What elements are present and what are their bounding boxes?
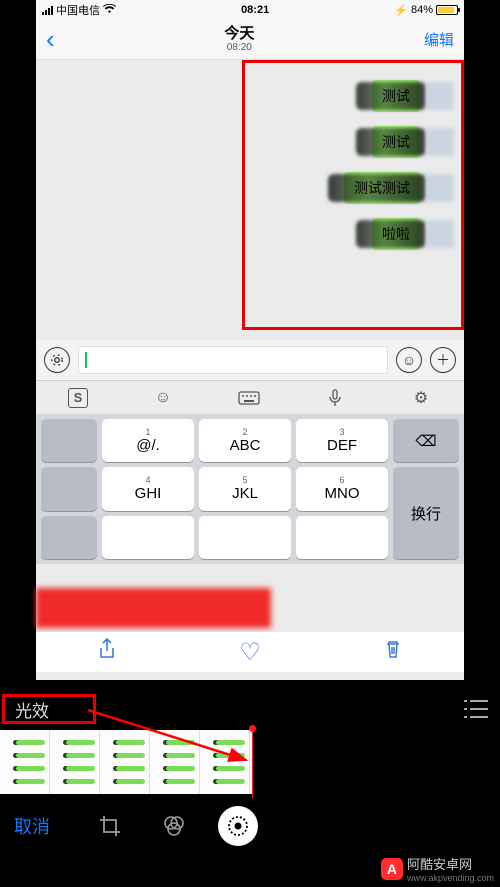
avatar[interactable]	[426, 82, 454, 110]
key-side[interactable]	[41, 467, 97, 510]
avatar[interactable]	[426, 128, 454, 156]
message-bubble[interactable]: 测试	[372, 126, 420, 158]
trash-icon[interactable]	[384, 638, 402, 666]
timeline-frame[interactable]	[0, 730, 50, 794]
avatar[interactable]	[426, 174, 454, 202]
watermark-text: 阿酷安卓网	[407, 854, 494, 873]
fx-label-box[interactable]: 光效	[2, 694, 96, 724]
emoji-toolbar-icon[interactable]: ☺	[152, 387, 174, 409]
key-7[interactable]	[102, 516, 194, 559]
key-return[interactable]: 换行	[393, 467, 459, 559]
voice-input-icon[interactable]	[44, 347, 70, 373]
battery-icon-glyph: ⚡	[394, 4, 408, 17]
message-bubble[interactable]: 测试	[372, 80, 420, 112]
status-time: 08:21	[241, 4, 269, 16]
sogou-icon[interactable]: S	[68, 388, 88, 408]
gear-icon[interactable]: ⚙	[410, 387, 432, 409]
message-bubble[interactable]: 测试测试	[344, 172, 420, 204]
keyboard-toolbar: S ☺ ⚙	[36, 380, 464, 414]
key-backspace[interactable]: ⌫	[393, 419, 459, 462]
battery-pct: 84%	[411, 4, 433, 16]
share-icon[interactable]	[98, 638, 116, 666]
text-cursor	[85, 352, 87, 368]
key-2[interactable]: 2ABC	[199, 419, 291, 462]
emoji-icon[interactable]: ☺	[396, 347, 422, 373]
backspace-icon: ⌫	[415, 432, 436, 450]
watermark: A 阿酷安卓网 www.akpvending.com	[381, 854, 494, 883]
carrier-label: 中国电信	[56, 2, 100, 18]
share-toolbar: ♡	[36, 632, 464, 672]
key-3[interactable]: 3DEF	[296, 419, 388, 462]
message-bubble[interactable]: 啦啦	[372, 218, 420, 250]
heart-icon[interactable]: ♡	[239, 638, 261, 667]
nav-title: 今天 08:20	[224, 26, 254, 54]
back-button[interactable]: ‹	[46, 24, 55, 55]
playhead[interactable]	[252, 728, 253, 798]
signal-icon	[42, 6, 53, 15]
timeline-frame[interactable]	[100, 730, 150, 794]
battery-icon	[436, 5, 458, 15]
key-6[interactable]: 6MNO	[296, 467, 388, 510]
key-5[interactable]: 5JKL	[199, 467, 291, 510]
key-9[interactable]	[296, 516, 388, 559]
watermark-logo: A	[381, 858, 403, 880]
keyboard: 1@/. 2ABC 3DEF ⌫ 4GHI 5JKL 6MNO 换行	[36, 414, 464, 564]
key-side[interactable]	[41, 516, 97, 559]
watermark-url: www.akpvending.com	[407, 873, 494, 883]
list-icon[interactable]	[464, 700, 488, 718]
keyboard-icon[interactable]	[238, 387, 260, 409]
timeline-strip[interactable]	[0, 730, 252, 794]
cancel-button[interactable]: 取消	[14, 813, 50, 839]
redaction-overlay	[36, 588, 271, 628]
status-bar: 中国电信 08:21 ⚡ 84%	[36, 0, 464, 20]
key-8[interactable]	[199, 516, 291, 559]
timeline-frame[interactable]	[200, 730, 250, 794]
nav-bar: ‹ 今天 08:20 编辑	[36, 20, 464, 60]
timeline-frame[interactable]	[50, 730, 100, 794]
nav-title-main: 今天	[224, 26, 254, 43]
key-1[interactable]: 1@/.	[102, 419, 194, 462]
timeline-frame[interactable]	[150, 730, 200, 794]
nav-title-sub: 08:20	[224, 42, 254, 53]
text-input[interactable]	[78, 346, 388, 374]
chat-area: 测试 测试 测试测试 啦啦	[36, 60, 464, 340]
editor-bottom-bar: 取消	[0, 801, 500, 851]
avatar[interactable]	[426, 220, 454, 248]
adjust-tool-icon[interactable]	[218, 806, 258, 846]
key-4[interactable]: 4GHI	[102, 467, 194, 510]
key-side[interactable]	[41, 419, 97, 462]
phone-screen: 中国电信 08:21 ⚡ 84% ‹ 今天 08:20 编辑 测试 测试	[36, 0, 464, 680]
mic-icon[interactable]	[324, 387, 346, 409]
filters-tool-icon[interactable]	[154, 806, 194, 846]
plus-icon[interactable]: ＋	[430, 347, 456, 373]
edit-button[interactable]: 编辑	[424, 29, 454, 50]
crop-tool-icon[interactable]	[90, 806, 130, 846]
fx-label: 光效	[15, 697, 49, 722]
chat-input-bar: ☺ ＋	[36, 340, 464, 380]
wifi-icon	[103, 4, 116, 17]
